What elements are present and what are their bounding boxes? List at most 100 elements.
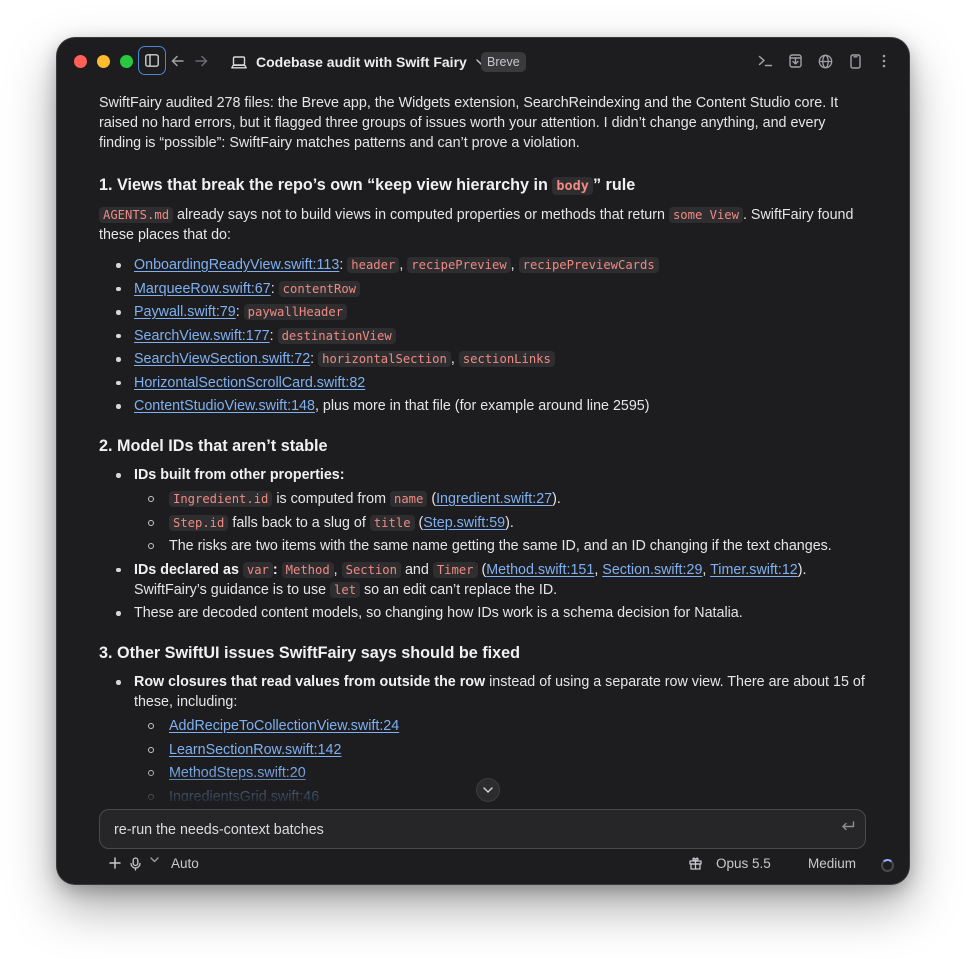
zoom-window-button[interactable] — [120, 55, 133, 68]
prompt-input[interactable] — [112, 810, 816, 850]
thread-title: Codebase audit with Swift Fairy — [256, 54, 467, 70]
section-view-hierarchy: 1. Views that break the repo’s own “keep… — [99, 173, 869, 416]
list-item: LearnSectionRow.swift:142 — [134, 740, 869, 760]
title-bar: Codebase audit with Swift Fairy Breve — [57, 38, 909, 86]
assistant-message: SwiftFairy audited 278 files: the Breve … — [99, 93, 869, 801]
return-icon — [842, 821, 855, 831]
list-item: The risks are two items with the same na… — [134, 536, 869, 556]
arrow-right-icon — [194, 55, 207, 67]
terminal-button[interactable] — [751, 47, 779, 75]
file-link[interactable]: ContentStudioView.swift:148 — [134, 398, 315, 414]
list-item: Ingredient.id is computed from name (Ing… — [134, 489, 869, 509]
file-link[interactable]: HorizontalSectionScrollCard.swift:82 — [134, 375, 365, 391]
file-link[interactable]: Timer.swift:12 — [710, 562, 798, 578]
inline-code: horizontalSection — [318, 351, 451, 367]
intro-paragraph: SwiftFairy audited 278 files: the Breve … — [99, 95, 839, 151]
inline-code: paywallHeader — [243, 304, 348, 320]
inline-code: header — [347, 257, 400, 273]
attach-button[interactable] — [109, 857, 121, 869]
minimize-window-button[interactable] — [97, 55, 110, 68]
forward-button[interactable] — [187, 47, 215, 75]
more-vertical-icon — [882, 54, 886, 68]
file-link[interactable]: Step.swift:59 — [423, 515, 505, 531]
globe-icon — [818, 54, 832, 68]
inline-code: var — [242, 561, 273, 578]
file-link[interactable]: Section.swift:29 — [602, 562, 702, 578]
inline-code: let — [330, 581, 361, 598]
browser-button[interactable] — [811, 47, 839, 75]
device-preview-button[interactable] — [841, 47, 869, 75]
effort-selector[interactable]: Medium — [808, 856, 856, 871]
sidebar-icon — [145, 54, 159, 67]
section-model-ids: 2. Model IDs that aren’t stable IDs buil… — [99, 434, 869, 623]
inline-code: recipePreviewCards — [518, 257, 659, 273]
inline-code: contentRow — [278, 280, 361, 297]
gift-icon — [689, 857, 702, 870]
file-link[interactable]: SearchView.swift:177 — [134, 328, 270, 344]
composer — [99, 809, 866, 850]
chevron-down-icon — [150, 857, 159, 863]
section-other-issues: 3. Other SwiftUI issues SwiftFairy says … — [99, 641, 869, 801]
section-heading: 2. Model IDs that aren’t stable — [99, 437, 328, 455]
dictation-options-button[interactable] — [150, 857, 159, 863]
thread-title-menu[interactable]: Codebase audit with Swift Fairy — [231, 50, 487, 74]
laptop-icon — [231, 55, 247, 69]
file-link[interactable]: MarqueeRow.swift:67 — [134, 281, 271, 297]
list-item: IngredientsGrid.swift:46 — [134, 787, 869, 802]
list-item: AddRecipeToCollectionView.swift:24 — [134, 716, 869, 736]
sidebar-toggle-button[interactable] — [138, 46, 166, 75]
file-link[interactable]: MethodSteps.swift:20 — [169, 765, 306, 781]
list-item: Paywall.swift:79: paywallHeader — [99, 302, 869, 322]
list-item: MarqueeRow.swift:67: contentRow — [99, 279, 869, 299]
section-heading: 1. Views that break the repo’s own “keep… — [99, 176, 636, 195]
file-link[interactable]: Paywall.swift:79 — [134, 304, 236, 320]
chevron-down-icon — [483, 787, 493, 793]
app-window: Codebase audit with Swift Fairy Breve Sw… — [57, 38, 909, 884]
send-button[interactable] — [841, 821, 855, 832]
finding-list: OnboardingReadyView.swift:113: header, r… — [99, 255, 869, 416]
inline-code: name — [389, 491, 428, 507]
close-window-button[interactable] — [74, 55, 87, 68]
project-badge[interactable]: Breve — [481, 52, 526, 72]
dictation-button[interactable] — [130, 857, 141, 871]
file-link[interactable]: LearnSectionRow.swift:142 — [169, 742, 341, 758]
phone-icon — [849, 53, 861, 69]
inline-code: sectionLinks — [458, 351, 555, 367]
scroll-to-bottom-button[interactable] — [476, 778, 500, 802]
plus-icon — [109, 857, 121, 869]
inline-code: some View — [668, 207, 743, 223]
inline-code: destinationView — [277, 327, 396, 344]
download-box-icon — [788, 54, 802, 68]
section-heading: 3. Other SwiftUI issues SwiftFairy says … — [99, 644, 520, 662]
loading-spinner — [881, 859, 894, 872]
file-link[interactable]: SearchViewSection.swift:72 — [134, 351, 310, 367]
list-item: SearchViewSection.swift:72: horizontalSe… — [99, 349, 869, 369]
mode-selector[interactable]: Auto — [171, 856, 199, 871]
model-selector[interactable]: Opus 5.5 — [716, 856, 771, 871]
terminal-icon — [758, 55, 772, 67]
finding-list: IDs built from other properties: Ingredi… — [99, 465, 869, 623]
file-link[interactable]: Ingredient.swift:27 — [436, 491, 552, 507]
list-item: Step.id falls back to a slug of title (S… — [134, 513, 869, 533]
gift-button[interactable] — [689, 857, 702, 870]
sub-list: Ingredient.id is computed from name (Ing… — [134, 489, 869, 556]
inline-code: body — [552, 177, 593, 195]
file-link[interactable]: IngredientsGrid.swift:46 — [169, 789, 319, 802]
inline-code: title — [369, 514, 415, 531]
inline-code: Step.id — [169, 514, 229, 531]
more-options-button[interactable] — [870, 47, 898, 75]
inline-code: Method — [281, 561, 334, 578]
file-link[interactable]: Method.swift:151 — [486, 562, 594, 578]
list-item: OnboardingReadyView.swift:113: header, r… — [99, 255, 869, 275]
export-button[interactable] — [781, 47, 809, 75]
inline-code: Ingredient.id — [169, 491, 273, 507]
file-link[interactable]: AddRecipeToCollectionView.swift:24 — [169, 718, 399, 734]
inline-code: recipePreview — [407, 257, 511, 273]
microphone-icon — [130, 857, 141, 871]
inline-code: AGENTS.md — [99, 207, 174, 223]
sub-list: AddRecipeToCollectionView.swift:24 LearnS… — [134, 716, 869, 801]
file-link[interactable]: OnboardingReadyView.swift:113 — [134, 257, 339, 273]
list-item: HorizontalSectionScrollCard.swift:82 — [99, 373, 869, 393]
composer-footer: Auto Opus 5.5 Medium — [99, 854, 894, 878]
arrow-left-icon — [171, 55, 184, 67]
